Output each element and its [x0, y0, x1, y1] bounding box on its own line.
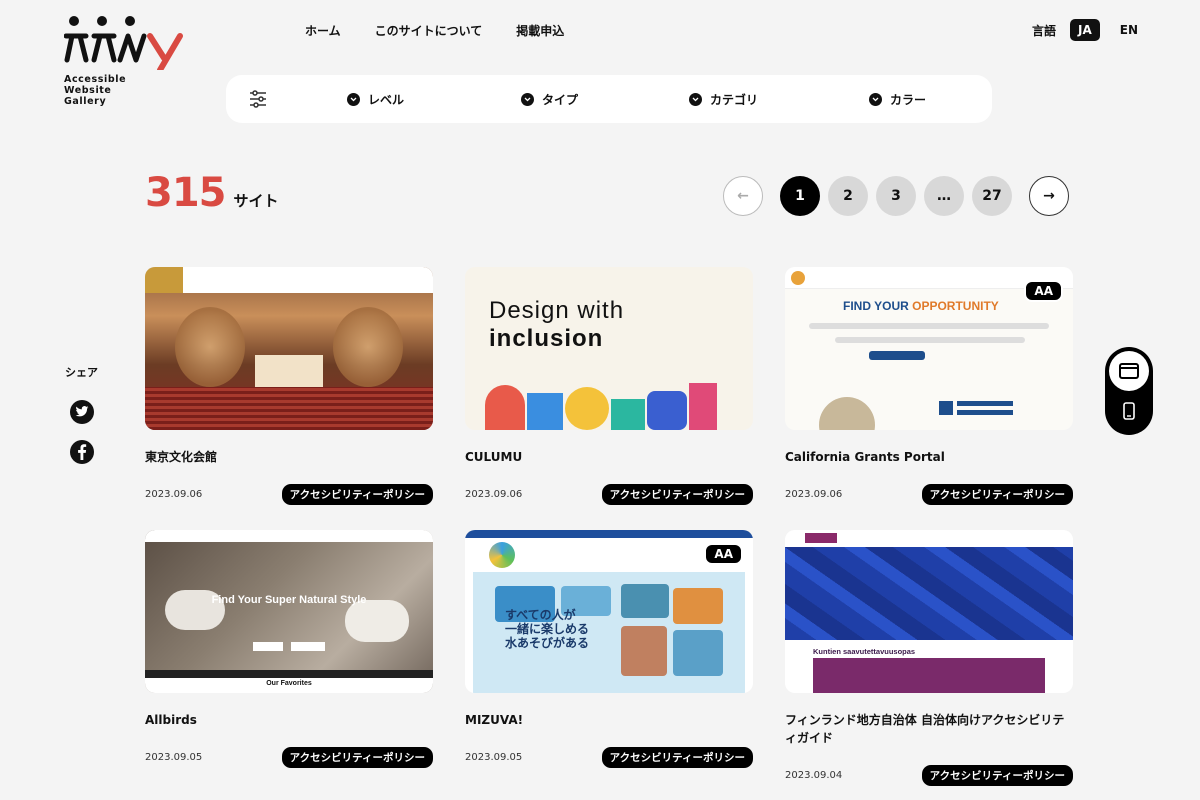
filter-type[interactable]: タイプ: [521, 91, 578, 108]
chevron-down-icon: [347, 93, 360, 106]
desktop-view-icon[interactable]: [1109, 351, 1149, 391]
accessibility-policy-badge[interactable]: アクセシビリティーポリシー: [921, 484, 1073, 505]
accessibility-policy-badge[interactable]: アクセシビリティーポリシー: [601, 747, 753, 768]
site-count: 315 サイト: [145, 170, 279, 216]
site-thumbnail[interactable]: Design with inclusion: [465, 267, 753, 430]
thumb-line-3: 水あそびがある: [505, 636, 590, 650]
device-toggle: [1105, 347, 1153, 435]
thumb-heading: Find Your Super Natural Style: [211, 594, 367, 606]
card-date: 2023.09.06: [465, 489, 523, 500]
card-date: 2023.09.06: [145, 489, 203, 500]
lang-en-button[interactable]: EN: [1120, 23, 1138, 37]
site-count-unit: サイト: [233, 192, 279, 210]
site-card[interactable]: AA すべての人が 一緒に楽しめる 水あそびがある MIZUVA! 2023.0…: [465, 530, 753, 768]
main-nav: ホーム このサイトについて 掲載申込: [305, 22, 564, 39]
site-card[interactable]: 東京文化会館 2023.09.06 アクセシビリティーポリシー: [145, 267, 433, 505]
page-ellipsis-button[interactable]: …: [924, 176, 964, 216]
site-thumbnail[interactable]: AA FIND YOUR OPPORTUNITY: [785, 267, 1073, 430]
site-card[interactable]: Find Your Super Natural Style Our Favori…: [145, 530, 433, 768]
accessibility-policy-badge[interactable]: アクセシビリティーポリシー: [601, 484, 753, 505]
accessibility-policy-badge[interactable]: アクセシビリティーポリシー: [281, 484, 433, 505]
page-3-button[interactable]: 3: [876, 176, 916, 216]
thumb-heading-line-2: inclusion: [489, 325, 604, 352]
logo-line-3: Gallery: [64, 96, 107, 107]
share-label: シェア: [65, 366, 98, 379]
aa-level-badge: AA: [1024, 280, 1063, 302]
facebook-icon[interactable]: [70, 440, 94, 464]
site-card[interactable]: AA FIND YOUR OPPORTUNITY California Gran…: [785, 267, 1073, 505]
thumb-heading-line-1: Design with: [489, 297, 625, 324]
aa-level-badge: AA: [704, 543, 743, 565]
page-27-button[interactable]: 27: [972, 176, 1012, 216]
thumb-line-2: 一緒に楽しめる: [505, 622, 590, 636]
pagination: ← 1 2 3 … 27 →: [723, 176, 1069, 216]
mobile-view-icon[interactable]: [1109, 391, 1149, 431]
thumb-heading-b: OPPORTUNITY: [912, 299, 999, 313]
card-title[interactable]: CULUMU: [465, 448, 753, 466]
site-card[interactable]: Design with inclusion CULUMU 2023.09.06 …: [465, 267, 753, 505]
prev-page-button[interactable]: ←: [723, 176, 763, 216]
site-thumbnail[interactable]: AA すべての人が 一緒に楽しめる 水あそびがある: [465, 530, 753, 693]
card-date: 2023.09.06: [785, 489, 843, 500]
card-title[interactable]: フィンランド地方自治体 自治体向けアクセシビリティガイド: [785, 711, 1073, 747]
card-title[interactable]: California Grants Portal: [785, 448, 1073, 466]
card-date: 2023.09.05: [465, 752, 523, 763]
thumb-footer: Our Favorites: [266, 680, 312, 687]
accessibility-policy-badge[interactable]: アクセシビリティーポリシー: [921, 765, 1073, 786]
card-date: 2023.09.04: [785, 770, 843, 781]
card-title[interactable]: 東京文化会館: [145, 448, 433, 466]
nav-about[interactable]: このサイトについて: [375, 22, 483, 39]
twitter-icon[interactable]: [70, 400, 94, 424]
nav-home[interactable]: ホーム: [305, 22, 341, 39]
next-page-button[interactable]: →: [1029, 176, 1069, 216]
thumb-line-1: すべての人が: [505, 608, 576, 622]
filter-category[interactable]: カテゴリ: [689, 91, 758, 108]
page-2-button[interactable]: 2: [828, 176, 868, 216]
logo-line-1: Accessible: [64, 74, 127, 85]
lang-ja-button[interactable]: JA: [1069, 19, 1100, 41]
site-thumbnail[interactable]: Kuntien saavutettavuusopas: [785, 530, 1073, 693]
filter-level[interactable]: レベル: [347, 91, 404, 108]
language-switcher: 言語 JA EN: [1032, 19, 1138, 41]
site-count-number: 315: [145, 170, 226, 216]
card-title[interactable]: MIZUVA!: [465, 711, 753, 729]
logo-line-2: Website: [64, 85, 112, 96]
chevron-down-icon: [689, 93, 702, 106]
thumb-heading-a: FIND YOUR: [843, 299, 913, 313]
filter-sliders-icon[interactable]: [250, 90, 266, 112]
chevron-down-icon: [869, 93, 882, 106]
page-1-button[interactable]: 1: [780, 176, 820, 216]
site-card[interactable]: Kuntien saavutettavuusopas フィンランド地方自治体 自…: [785, 530, 1073, 786]
card-title[interactable]: Allbirds: [145, 711, 433, 729]
filter-type-label: タイプ: [542, 93, 579, 107]
filter-category-label: カテゴリ: [710, 93, 759, 107]
chevron-down-icon: [521, 93, 534, 106]
filter-level-label: レベル: [368, 93, 405, 107]
thumb-heading: Kuntien saavutettavuusopas: [813, 647, 916, 656]
filter-color-label: カラー: [890, 93, 927, 107]
filter-bar: レベル タイプ カテゴリ カラー: [226, 75, 992, 123]
accessibility-policy-badge[interactable]: アクセシビリティーポリシー: [281, 747, 433, 768]
language-label: 言語: [1031, 23, 1056, 38]
site-logo[interactable]: Accessible Website Gallery: [64, 14, 204, 107]
site-thumbnail[interactable]: Find Your Super Natural Style Our Favori…: [145, 530, 433, 693]
nav-apply[interactable]: 掲載申込: [516, 22, 564, 39]
card-date: 2023.09.05: [145, 752, 203, 763]
logo-mark-icon: [64, 16, 183, 70]
site-thumbnail[interactable]: [145, 267, 433, 430]
filter-color[interactable]: カラー: [869, 91, 926, 108]
